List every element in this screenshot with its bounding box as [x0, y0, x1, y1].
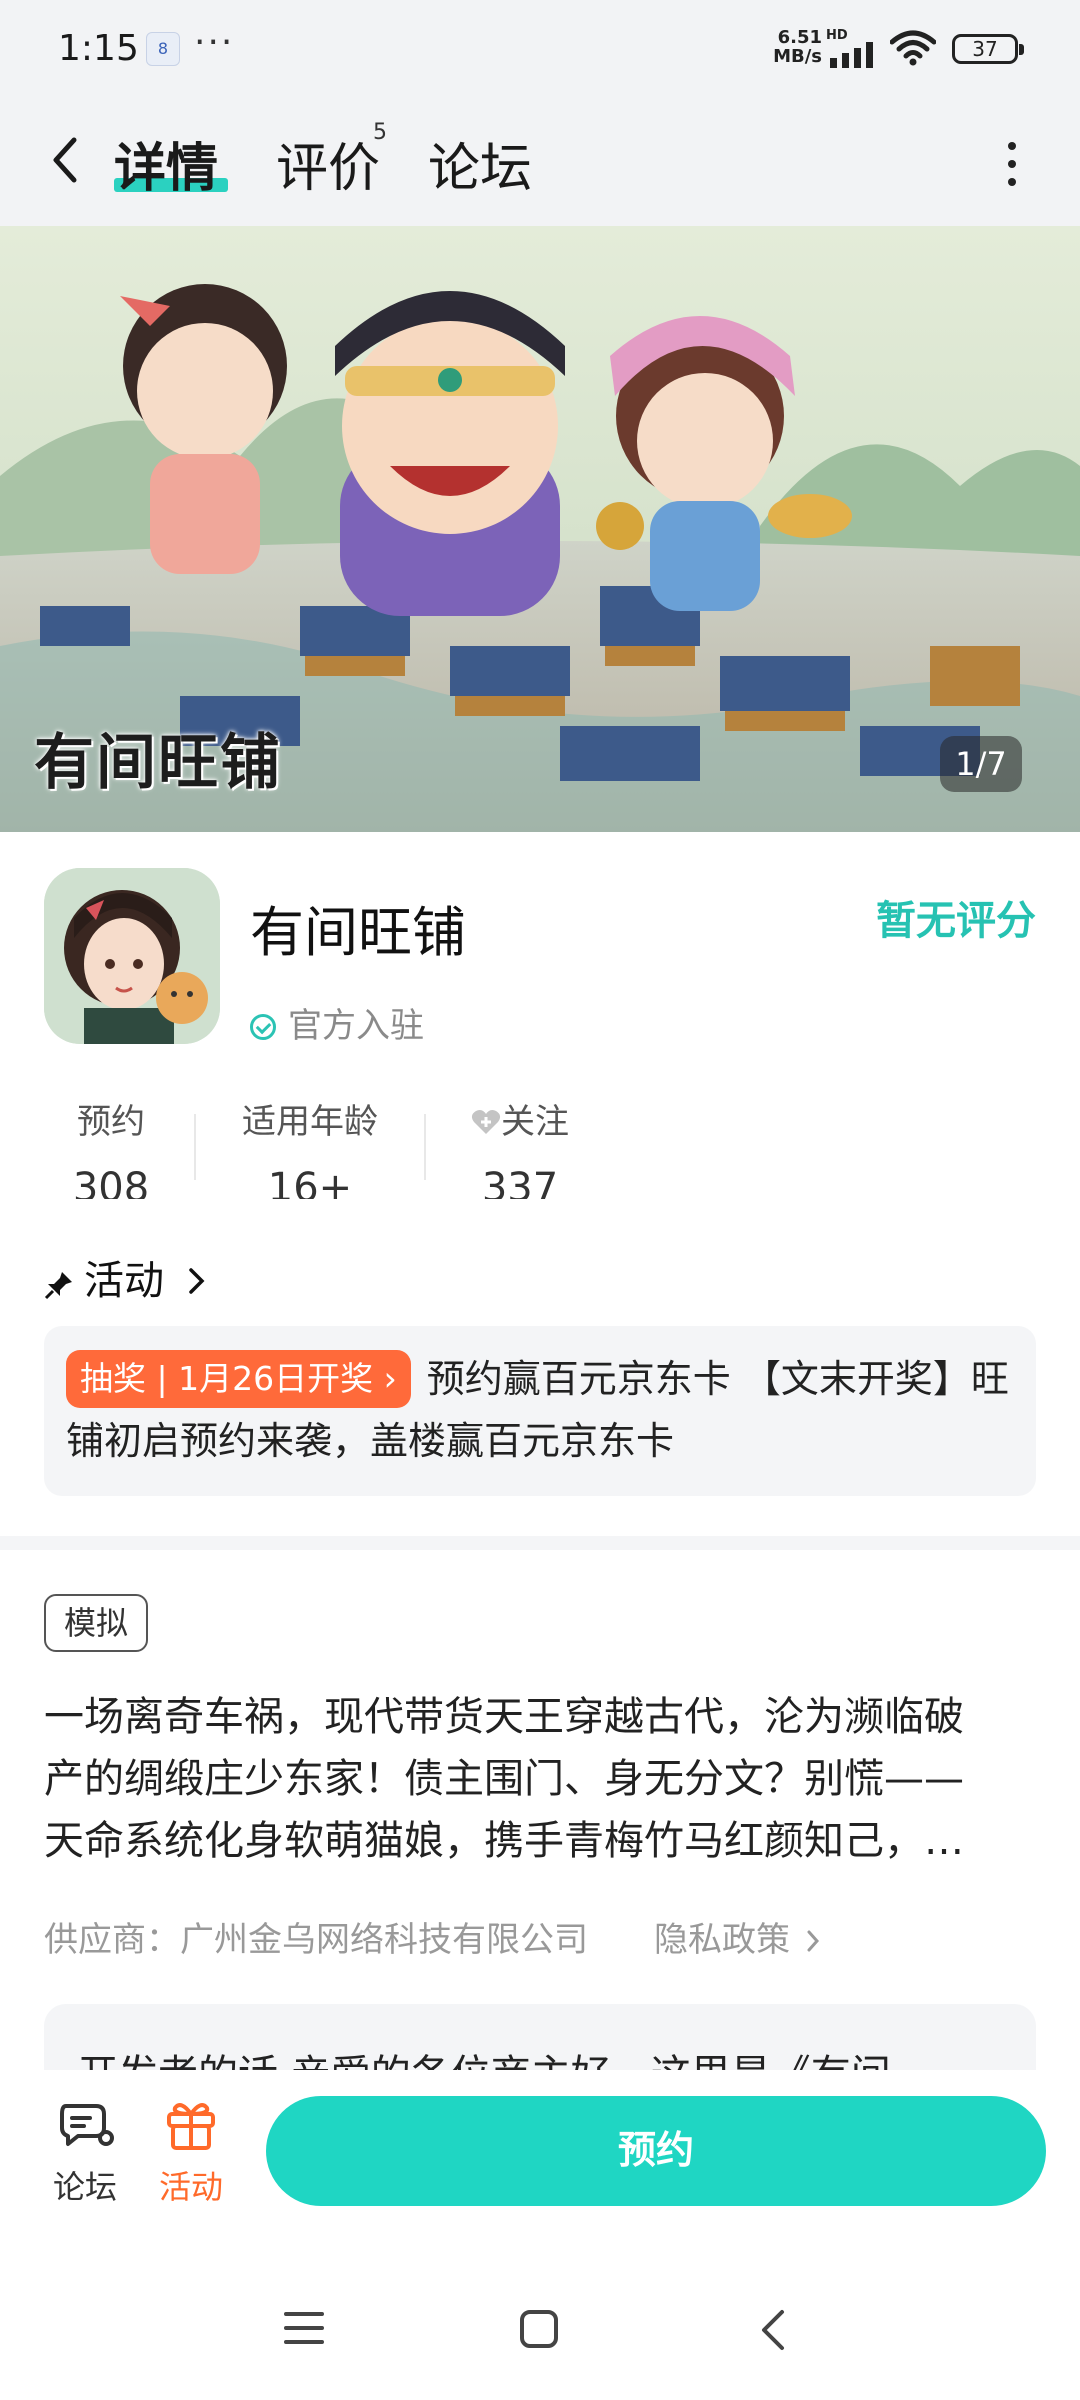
stat-reservations: 预约 308: [44, 1094, 178, 1199]
supplier-info: 供应商：广州金乌网络科技有限公司: [44, 1920, 588, 1960]
forum-label: 论坛: [52, 2168, 117, 2206]
activity-card[interactable]: 抽奖 | 1月26日开奖 › 预约赢百元京东卡 【文末开奖】旺铺初启预约来袭，盖楼…: [44, 1326, 1036, 1496]
home-icon[interactable]: [518, 2308, 560, 2350]
menu-icon[interactable]: [282, 2308, 326, 2348]
lottery-tag: 抽奖 | 1月26日开奖 ›: [66, 1350, 411, 1408]
stat-value: 308: [72, 1165, 150, 1199]
review-count-badge: 5: [373, 120, 387, 145]
tab-reviews[interactable]: 评价: [276, 126, 380, 201]
heart-plus-icon: [471, 1110, 501, 1134]
stat-divider: [424, 1114, 426, 1180]
description-line: 天命系统化身软萌猫娘，携手青梅竹马红颜知己，…: [44, 1818, 964, 1864]
banner-carousel[interactable]: 有间旺铺 1/7: [0, 226, 1080, 832]
more-options-icon[interactable]: [1000, 136, 1024, 192]
battery-icon: 37: [952, 34, 1024, 64]
forum-chat-icon: [60, 2104, 114, 2146]
more-notifications-icon: ···: [194, 22, 235, 63]
chevron-right-icon: [807, 1930, 819, 1952]
network-speed-value: 6.51: [777, 27, 822, 48]
app-name: 有间旺铺: [250, 901, 466, 964]
status-time: 1:15: [58, 28, 139, 69]
bottom-action-bar: 论坛 活动 预约: [0, 2070, 1080, 2240]
system-navigation-bar: [0, 2240, 1080, 2400]
reserve-button[interactable]: 预约: [266, 2096, 1046, 2206]
stat-followers[interactable]: 关注 337: [458, 1094, 582, 1199]
stat-value: 337: [481, 1165, 559, 1199]
network-speed: 6.51 MB/s: [766, 28, 822, 66]
official-label: 官方入驻: [288, 1006, 424, 1046]
privacy-policy-link[interactable]: 隐私政策: [654, 1912, 821, 1961]
genre-tag[interactable]: 模拟: [44, 1594, 149, 1652]
official-verified-badge: 官方入驻: [250, 998, 424, 1047]
forum-button[interactable]: 论坛: [40, 2098, 130, 2208]
back-icon[interactable]: [38, 130, 94, 190]
banner-page-counter: 1/7: [940, 736, 1022, 792]
activities-title: 活动: [84, 1258, 164, 1304]
tab-forum[interactable]: 论坛: [428, 126, 532, 201]
top-navigation: 详情 评价 5 论坛: [0, 100, 1080, 226]
section-divider: [0, 1536, 1080, 1550]
wifi-icon: [890, 30, 936, 66]
chevron-right-icon: [188, 1268, 205, 1294]
stat-label: 预约: [77, 1102, 145, 1142]
stat-value: 16+: [267, 1165, 353, 1199]
signal-icon: [830, 42, 873, 68]
stat-divider: [194, 1114, 196, 1180]
rating-text: 暂无评分: [876, 898, 1036, 944]
description-line: 一场离奇车祸，现代带货天王穿越古代，沦为濒临破: [44, 1694, 964, 1740]
activity-label: 活动: [158, 2168, 223, 2206]
stat-label: 适用年龄: [242, 1102, 378, 1142]
banner-logo: 有间旺铺: [34, 728, 282, 798]
activities-header[interactable]: 活动: [44, 1248, 209, 1306]
verified-check-icon: [250, 1014, 276, 1040]
tab-details[interactable]: 详情: [114, 126, 218, 201]
activity-button[interactable]: 活动: [146, 2098, 236, 2208]
description-line: 产的绸缎庄少东家！债主围门、身无分文？别慌——: [44, 1756, 964, 1802]
hd-indicator: HD: [826, 28, 848, 43]
gift-icon: [167, 2103, 215, 2150]
back-nav-icon[interactable]: [756, 2308, 790, 2352]
status-bar: 1:15 8 ··· 6.51 MB/s HD 37: [0, 0, 1080, 100]
network-speed-unit: MB/s: [773, 46, 822, 67]
stat-age-rating: 适用年龄 16+: [220, 1094, 400, 1199]
pin-icon: [44, 1272, 72, 1300]
app-icon: [44, 868, 220, 1044]
game-description[interactable]: 一场离奇车祸，现代带货天王穿越古代，沦为濒临破 产的绸缎庄少东家！债主围门、身无…: [44, 1686, 1040, 1872]
notification-icon: 8: [146, 32, 180, 66]
stat-label: 关注: [501, 1102, 569, 1142]
